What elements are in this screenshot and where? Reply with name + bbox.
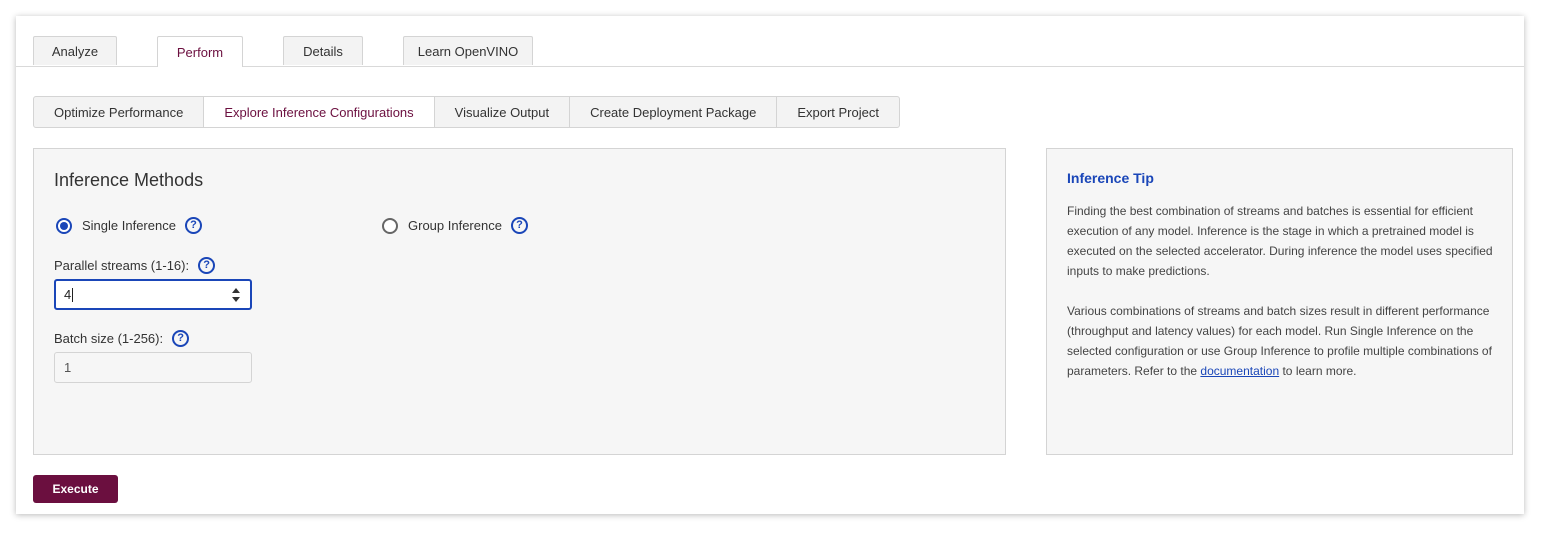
inference-methods-panel: Inference Methods Single Inference ? Gro… bbox=[33, 148, 1006, 455]
tip-paragraph-1: Finding the best combination of streams … bbox=[1067, 204, 1493, 278]
streams-field-label: Parallel streams (1-16): ? bbox=[54, 257, 216, 274]
parallel-streams-input[interactable]: 4 bbox=[54, 279, 252, 310]
text-caret bbox=[72, 287, 74, 302]
panel-title: Inference Methods bbox=[54, 170, 204, 190]
streams-value: 4 bbox=[64, 287, 72, 302]
help-circle-icon[interactable]: ? bbox=[184, 217, 202, 234]
subtab-optimize-performance[interactable]: Optimize Performance bbox=[34, 97, 205, 127]
help-circle-icon[interactable]: ? bbox=[172, 330, 190, 347]
inference-tip-panel: Inference Tip Finding the best combinati… bbox=[1046, 148, 1513, 455]
batch-size-input[interactable]: 1 bbox=[54, 352, 252, 383]
subtab-explore-inference-configurations[interactable]: Explore Inference Configurations bbox=[204, 97, 435, 127]
tab-details[interactable]: Details bbox=[283, 36, 363, 65]
spinner-arrows-icon[interactable] bbox=[232, 288, 240, 302]
group-inference-label: Group Inference bbox=[408, 218, 502, 233]
group-inference-option[interactable]: Group Inference ? bbox=[382, 217, 528, 234]
streams-label-text: Parallel streams (1-16): bbox=[54, 258, 190, 273]
tab-analyze[interactable]: Analyze bbox=[33, 36, 117, 65]
tab-learn-openvino[interactable]: Learn OpenVINO bbox=[403, 36, 533, 65]
batch-label-text: Batch size (1-256): bbox=[54, 331, 164, 346]
tip-paragraph-2: Various combinations of streams and batc… bbox=[1067, 301, 1497, 381]
spin-down-icon[interactable] bbox=[232, 297, 240, 302]
single-inference-option[interactable]: Single Inference ? bbox=[56, 217, 202, 234]
sub-tab-bar: Optimize Performance Explore Inference C… bbox=[33, 96, 900, 128]
group-inference-radio[interactable] bbox=[382, 217, 398, 234]
spin-up-icon[interactable] bbox=[232, 288, 240, 293]
tab-perform[interactable]: Perform bbox=[157, 36, 243, 67]
tip-title: Inference Tip bbox=[1067, 170, 1154, 186]
top-tab-bar: Analyze Perform Details Learn OpenVINO bbox=[16, 36, 1524, 67]
tip-body: Finding the best combination of streams … bbox=[1067, 201, 1497, 401]
tip-paragraph-2-tail: to learn more. bbox=[1279, 364, 1357, 378]
single-inference-radio[interactable] bbox=[56, 217, 72, 234]
subtab-visualize-output[interactable]: Visualize Output bbox=[435, 97, 571, 127]
batch-field-label: Batch size (1-256): ? bbox=[54, 330, 190, 347]
help-circle-icon[interactable]: ? bbox=[198, 257, 216, 274]
perform-card: Analyze Perform Details Learn OpenVINO O… bbox=[16, 16, 1524, 514]
subtab-export-project[interactable]: Export Project bbox=[777, 97, 899, 127]
subtab-create-deployment-package[interactable]: Create Deployment Package bbox=[570, 97, 778, 127]
batch-value: 1 bbox=[64, 360, 72, 375]
documentation-link[interactable]: documentation bbox=[1200, 364, 1279, 378]
help-circle-icon[interactable]: ? bbox=[510, 217, 528, 234]
single-inference-label: Single Inference bbox=[82, 218, 176, 233]
execute-button[interactable]: Execute bbox=[33, 475, 118, 503]
